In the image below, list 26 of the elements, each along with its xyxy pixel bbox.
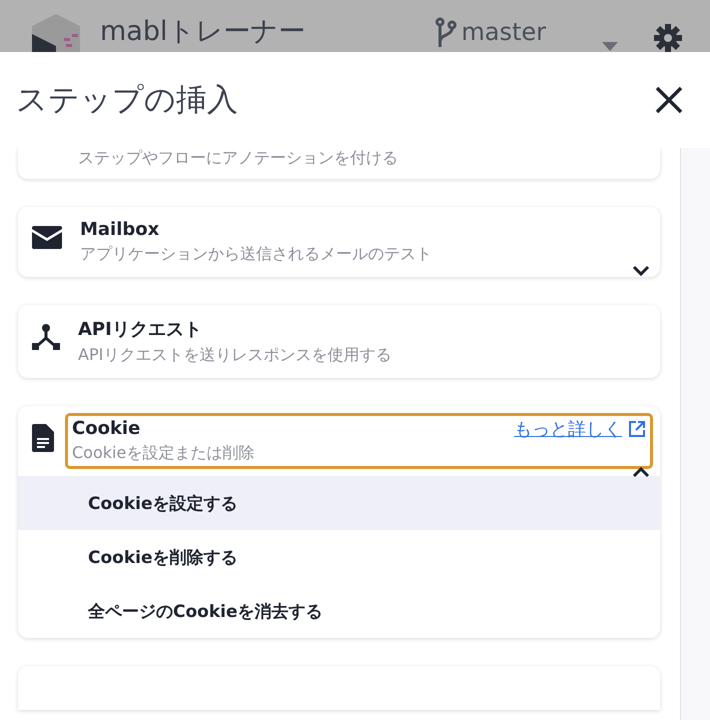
step-title: Cookie (72, 418, 142, 439)
step-option[interactable]: 全ページのCookieを消去する (18, 584, 660, 638)
step-card[interactable]: APIリクエスト APIリクエストを送りレスポンスを使用する (18, 305, 660, 378)
branch-name[interactable]: master (461, 12, 546, 52)
settings-icon[interactable] (654, 24, 682, 52)
dialog-title: ステップの挿入 (16, 81, 238, 120)
branch-icon (435, 17, 458, 47)
learn-more-link[interactable]: もっと詳しく (514, 418, 646, 440)
network-icon (32, 323, 60, 351)
app-title: mablトレーナー (100, 15, 306, 49)
step-description: ステップやフローにアノテーションを付ける (78, 148, 398, 167)
chevron-down-icon[interactable] (632, 265, 650, 277)
step-description: Cookieを設定または削除 (72, 443, 254, 464)
step-card[interactable]: Mailbox アプリケーションから送信されるメールのテスト (18, 207, 660, 277)
document-icon (32, 424, 54, 452)
step-option[interactable]: Cookieを削除する (18, 530, 660, 584)
external-link-icon (628, 420, 646, 438)
step-title: Mailbox (80, 219, 160, 240)
close-icon (654, 85, 684, 115)
step-description: アプリケーションから送信されるメールのテスト (80, 244, 432, 265)
step-description: APIリクエストを送りレスポンスを使用する (78, 345, 392, 366)
step-option[interactable]: Cookieを設定する (18, 476, 660, 530)
step-title: APIリクエスト (78, 318, 203, 341)
step-card[interactable]: Cookie Cookieを設定または削除 もっと詳しく Cookieを設定する Cookieを削除する 全ページのCookieを消去する (18, 406, 660, 638)
envelope-icon (32, 225, 62, 249)
chevron-up-icon[interactable] (632, 466, 650, 478)
